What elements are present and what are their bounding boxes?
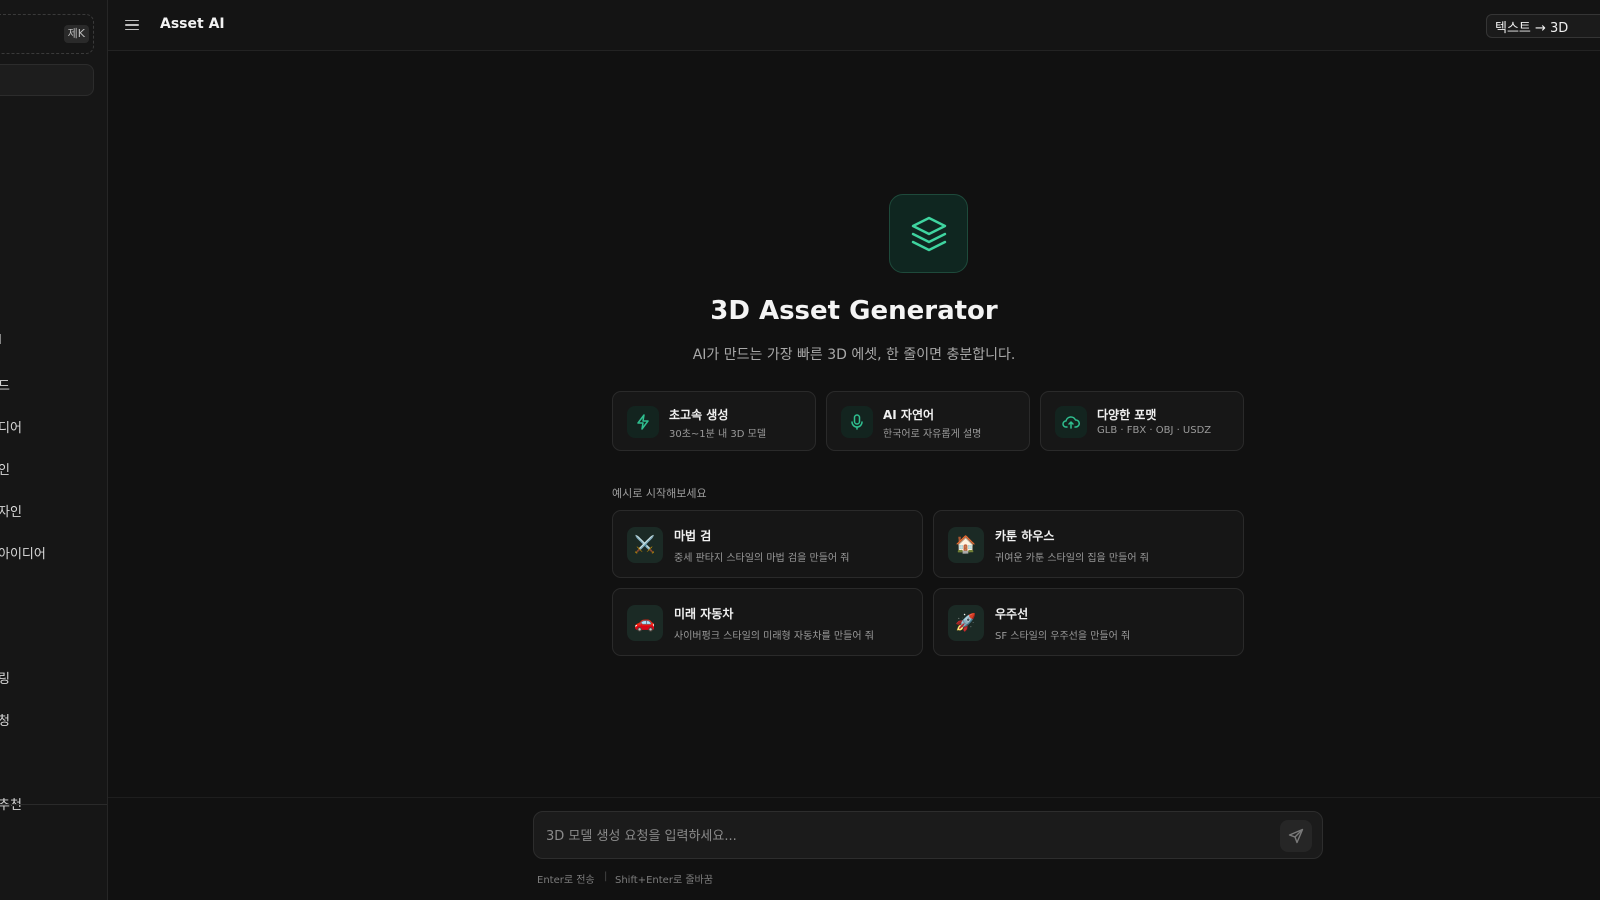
hint-newline: Shift+Enter로 줄바꿈 <box>615 875 713 886</box>
sidebar-item[interactable]: 청 <box>0 710 10 729</box>
feature-title: 초고속 생성 <box>669 408 729 422</box>
car-icon: 🚗 <box>627 605 663 641</box>
example-desc: 중세 판타지 스타일의 마법 검을 만들어 줘 <box>674 553 850 564</box>
feature-desc: GLB · FBX · OBJ · USDZ <box>1097 425 1212 436</box>
feature-title: AI 자연어 <box>883 408 935 422</box>
example-title: 카툰 하우스 <box>995 529 1055 543</box>
example-card-spaceship[interactable]: 🚀 우주선 SF 스타일의 우주선을 만들어 줘 <box>933 588 1244 656</box>
example-title: 우주선 <box>995 607 1029 621</box>
sidebar-item[interactable]: 드 <box>0 375 10 394</box>
send-button[interactable] <box>1280 820 1312 852</box>
sidebar-search-input[interactable] <box>0 64 94 96</box>
hint-separator: | <box>604 871 608 882</box>
feature-card-language: AI 자연어 한국어로 자유롭게 설명 <box>826 391 1030 451</box>
example-title: 미래 자동차 <box>674 607 734 621</box>
prompt-box <box>533 811 1323 859</box>
sidebar-divider <box>0 804 107 805</box>
layers-icon <box>889 194 968 273</box>
example-card-cartoon-house[interactable]: 🏠 카툰 하우스 귀여운 카툰 스타일의 집을 만들어 줘 <box>933 510 1244 578</box>
bottom-divider <box>108 797 1600 798</box>
rocket-icon: 🚀 <box>948 605 984 641</box>
prompt-input[interactable] <box>546 825 1246 847</box>
feature-desc: 30초~1분 내 3D 모델 <box>669 429 767 440</box>
app-title: Asset AI <box>160 16 225 32</box>
sword-icon: ⚔️ <box>627 527 663 563</box>
example-desc: 사이버펑크 스타일의 미래형 자동차를 만들어 줘 <box>674 631 874 642</box>
hero-title: 3D Asset Generator <box>710 296 998 326</box>
feature-desc: 한국어로 자유롭게 설명 <box>883 429 982 440</box>
sidebar-item[interactable]: 자인 <box>0 501 22 520</box>
top-header: Asset AI 텍스트 → 3D ∨ <box>108 0 1600 51</box>
mode-select-label: 텍스트 → 3D <box>1495 21 1569 36</box>
menu-icon[interactable] <box>125 16 143 34</box>
example-desc: SF 스타일의 우주선을 만들어 줘 <box>995 631 1131 642</box>
feature-card-speed: 초고속 생성 30초~1분 내 3D 모델 <box>612 391 816 451</box>
new-chat-area[interactable]: 제K <box>0 14 94 54</box>
lightning-icon <box>627 406 659 438</box>
microphone-icon <box>841 406 873 438</box>
feature-card-formats: 다양한 포맷 GLB · FBX · OBJ · USDZ <box>1040 391 1244 451</box>
sidebar-item[interactable]: 디어 <box>0 417 22 436</box>
example-card-future-car[interactable]: 🚗 미래 자동차 사이버펑크 스타일의 미래형 자동차를 만들어 줘 <box>612 588 923 656</box>
sidebar-item[interactable]: 링 <box>0 668 10 687</box>
cloud-upload-icon <box>1055 406 1087 438</box>
sidebar: 제K I 드 디어 인 자인 아이디어 링 청 추천 <box>0 0 108 900</box>
hero-subtitle: AI가 만드는 가장 빠른 3D 에셋, 한 줄이면 충분합니다. <box>692 347 1016 363</box>
example-desc: 귀여운 카툰 스타일의 집을 만들어 줘 <box>995 553 1149 564</box>
example-card-magic-sword[interactable]: ⚔️ 마법 검 중세 판타지 스타일의 마법 검을 만들어 줘 <box>612 510 923 578</box>
example-title: 마법 검 <box>674 529 712 543</box>
mode-select[interactable]: 텍스트 → 3D ∨ <box>1486 14 1600 38</box>
send-icon <box>1288 828 1304 844</box>
examples-label: 예시로 시작해보세요 <box>612 487 707 500</box>
sidebar-item[interactable]: 아이디어 <box>0 543 46 562</box>
sidebar-item[interactable]: 인 <box>0 459 10 478</box>
shortcut-badge: 제K <box>63 25 89 43</box>
house-icon: 🏠 <box>948 527 984 563</box>
feature-title: 다양한 포맷 <box>1097 408 1157 422</box>
hint-send: Enter로 전송 <box>537 875 595 886</box>
